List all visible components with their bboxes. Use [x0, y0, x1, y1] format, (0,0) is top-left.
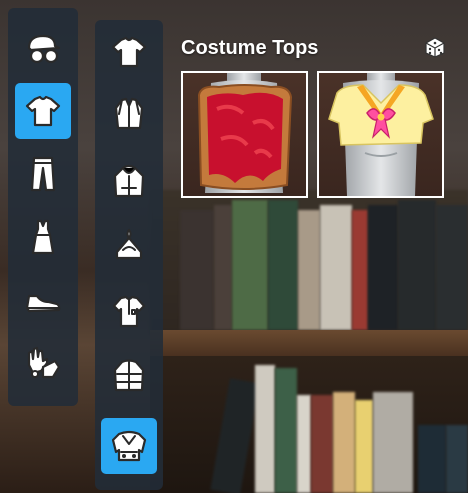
toast-costume-thumbnail	[197, 73, 293, 193]
costume-top-icon	[111, 430, 147, 462]
hat-glasses-icon	[27, 34, 61, 64]
category-shoes-button[interactable]	[15, 272, 71, 328]
category-dress-button[interactable]	[15, 209, 71, 265]
sneaker-icon	[25, 294, 61, 313]
hoodie-icon	[113, 164, 145, 198]
dress-shirt-icon	[114, 97, 144, 130]
halter-top-icon	[115, 228, 143, 260]
subcategory-polo-button[interactable]	[101, 284, 157, 340]
polo-shirt-icon	[112, 295, 146, 328]
subcategory-puffer-button[interactable]	[101, 348, 157, 404]
category-panel	[8, 8, 78, 406]
category-accessories-button[interactable]	[15, 335, 71, 391]
puffer-jacket-icon	[113, 359, 145, 392]
pants-icon	[30, 156, 56, 192]
tshirt-icon	[111, 36, 147, 68]
category-bottoms-button[interactable]	[15, 146, 71, 202]
subcategory-halter-button[interactable]	[101, 216, 157, 272]
category-tops-button[interactable]	[15, 83, 71, 139]
sailor-uniform-thumbnail	[328, 73, 434, 196]
subcategory-tshirt-button[interactable]	[101, 24, 157, 80]
item-card-sailor-top[interactable]	[317, 71, 444, 198]
subcategory-costume-button[interactable]	[101, 418, 157, 474]
category-headwear-button[interactable]	[15, 20, 71, 76]
shelf-board	[150, 330, 468, 356]
dice-icon	[425, 37, 445, 58]
subcategory-shirt-button[interactable]	[101, 86, 157, 142]
dress-icon	[31, 219, 55, 255]
item-card-toast-top[interactable]	[181, 71, 308, 198]
gloves-icon	[27, 346, 61, 379]
tshirt-icon	[25, 95, 61, 127]
subcategory-hoodie-button[interactable]	[101, 154, 157, 210]
randomize-button[interactable]	[424, 36, 446, 58]
panel-title: Costume Tops	[181, 37, 319, 59]
subcategory-panel	[95, 20, 163, 490]
